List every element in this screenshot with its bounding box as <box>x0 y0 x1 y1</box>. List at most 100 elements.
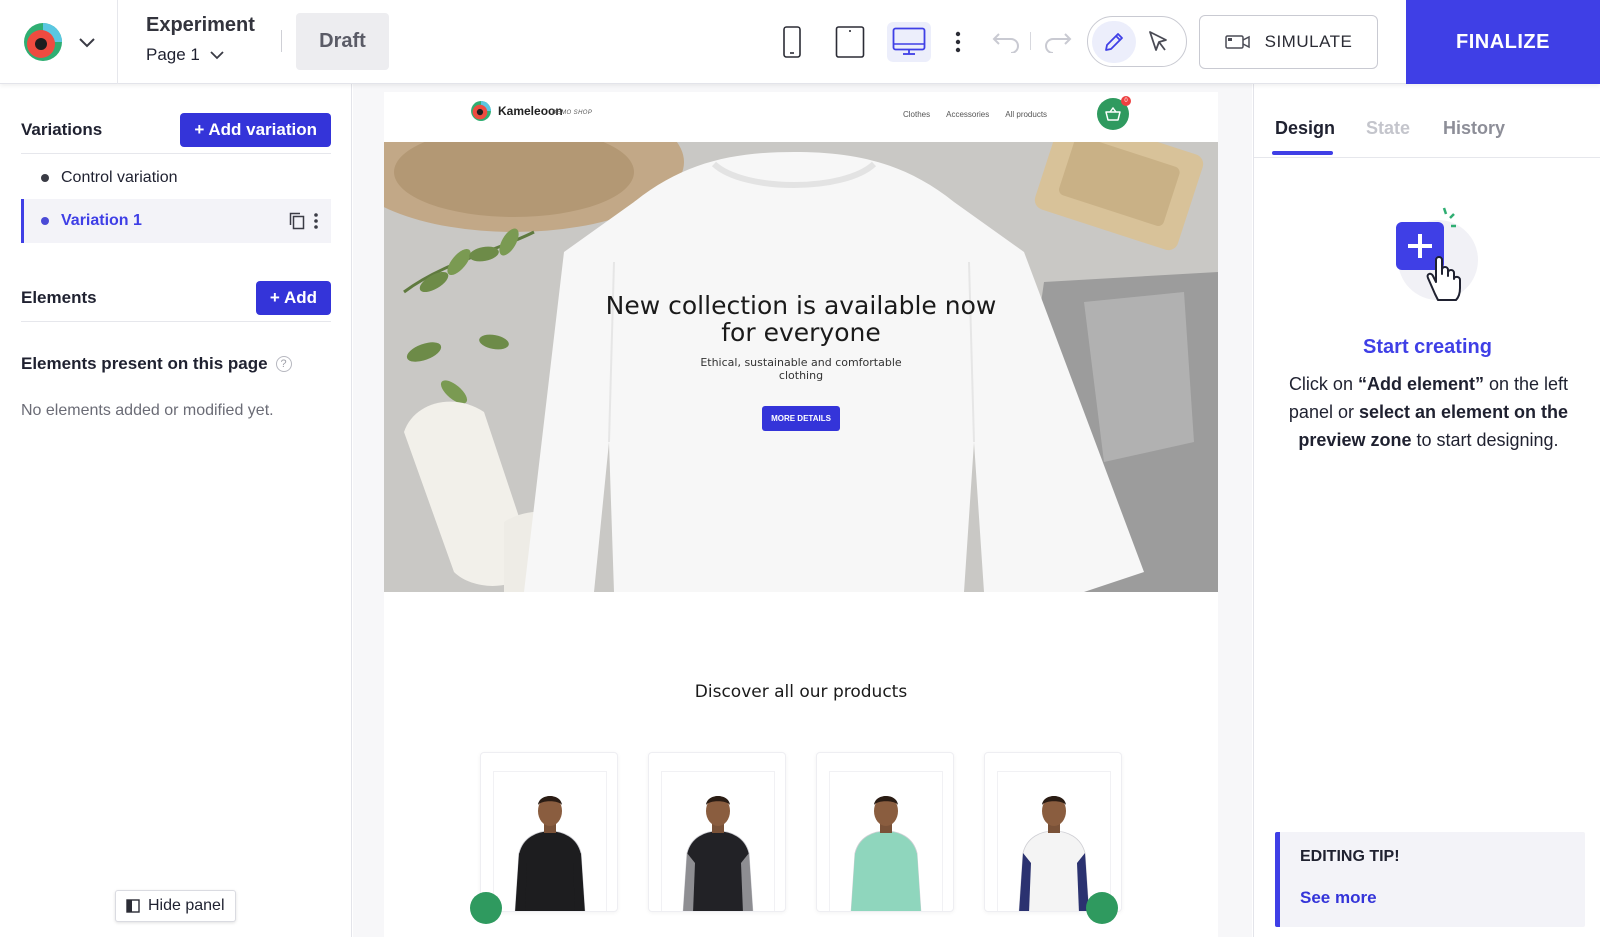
tab-design[interactable]: Design <box>1275 118 1335 139</box>
divider <box>1030 32 1031 50</box>
add-element-button[interactable]: + Add <box>255 280 331 315</box>
variation-item-1[interactable]: Variation 1 <box>21 199 331 243</box>
add-element-icon <box>1396 207 1478 301</box>
editing-tip: EDITING TIP! See more <box>1275 832 1585 927</box>
hide-panel-label: Hide panel <box>148 897 225 914</box>
top-bar: Experiment Page 1 Draft SIMULATE FINALIZ <box>0 0 1600 84</box>
hero-cta-button[interactable]: MORE DETAILS <box>762 406 840 431</box>
site-brand-subtitle: DEMO SHOP <box>552 110 593 116</box>
site-nav-link[interactable]: Accessories <box>946 110 989 119</box>
redo-icon <box>1045 33 1072 53</box>
variation-dot <box>41 217 49 225</box>
variations-header: Variations + Add variation <box>21 112 331 154</box>
product-image <box>850 796 922 911</box>
product-card[interactable] <box>648 752 786 912</box>
product-card[interactable] <box>984 752 1122 912</box>
tip-title: EDITING TIP! <box>1300 848 1400 865</box>
page-selector[interactable]: Page 1 <box>146 45 255 65</box>
basket-icon <box>1105 107 1121 121</box>
undo-icon <box>992 33 1019 53</box>
hide-panel-button[interactable]: Hide panel <box>115 890 236 922</box>
edit-mode-button[interactable] <box>1092 20 1136 63</box>
camera-icon <box>1224 35 1250 49</box>
site-nav-link[interactable]: Clothes <box>903 110 930 119</box>
redo-button[interactable] <box>1040 24 1076 60</box>
preview-zone[interactable]: Kameleoon DEMO SHOP Clothes Accessories … <box>353 84 1252 937</box>
kameleoon-logo-icon <box>471 101 491 121</box>
products-section-title[interactable]: Discover all our products <box>384 682 1218 702</box>
elements-header: Elements + Add <box>21 280 331 322</box>
elements-present-title: Elements present on this page <box>21 354 268 373</box>
product-image <box>514 796 586 911</box>
desc-text: to start designing. <box>1411 430 1559 450</box>
tablet-icon <box>835 26 865 58</box>
variation-item-control[interactable]: Control variation <box>21 156 331 200</box>
kameleoon-logo-icon <box>22 21 64 63</box>
simulate-button[interactable]: SIMULATE <box>1199 15 1378 69</box>
mobile-icon <box>783 26 801 58</box>
product-card[interactable] <box>480 752 618 912</box>
select-mode-button[interactable] <box>1136 21 1180 63</box>
add-variation-button[interactable]: + Add variation <box>180 112 331 147</box>
page-selector-label: Page 1 <box>146 45 200 64</box>
elements-title: Elements <box>21 287 97 307</box>
tablet-view-button[interactable] <box>828 22 872 62</box>
product-image <box>1018 796 1090 911</box>
elements-present-heading: Elements present on this page ? <box>21 354 292 374</box>
carousel-next-button[interactable] <box>1086 892 1118 924</box>
mobile-view-button[interactable] <box>770 22 814 62</box>
product-card[interactable] <box>816 752 954 912</box>
more-vertical-icon <box>955 31 961 53</box>
product-carousel <box>480 752 1122 912</box>
desktop-icon <box>892 27 926 55</box>
start-creating-description: Click on “Add element” on the left panel… <box>1276 370 1581 454</box>
simulate-label: SIMULATE <box>1264 32 1353 51</box>
desktop-view-button[interactable] <box>887 22 931 62</box>
see-more-link[interactable]: See more <box>1300 888 1377 908</box>
variation-dot <box>41 174 49 182</box>
chevron-down-icon[interactable] <box>78 36 96 48</box>
undo-button[interactable] <box>988 24 1024 60</box>
variation-label: Control variation <box>61 169 178 186</box>
panel-toggle-icon <box>126 899 140 913</box>
pencil-icon <box>1105 32 1123 51</box>
active-tab-indicator <box>1272 151 1333 155</box>
start-creating-illustration <box>1388 204 1478 309</box>
divider <box>281 30 282 52</box>
app-menu[interactable] <box>0 0 118 84</box>
empty-elements-note: No elements added or modified yet. <box>21 402 274 419</box>
right-panel: Design State History Start creating Clic… <box>1253 84 1600 937</box>
more-vertical-icon[interactable] <box>313 212 319 230</box>
desc-bold: “Add element” <box>1357 374 1484 394</box>
hero-title[interactable]: New collection is available now for ever… <box>591 292 1011 346</box>
product-image <box>682 796 754 911</box>
help-icon[interactable]: ? <box>275 356 292 372</box>
cursor-icon <box>1149 30 1167 51</box>
desc-text: Click on <box>1288 374 1358 394</box>
mode-toggle <box>1087 16 1187 67</box>
variation-actions <box>289 212 331 230</box>
site-brand[interactable]: Kameleoon <box>470 100 563 122</box>
variation-label: Variation 1 <box>61 212 142 229</box>
left-panel: Variations + Add variation Control varia… <box>0 84 352 937</box>
copy-icon[interactable] <box>289 212 305 230</box>
experiment-title: Experiment <box>146 14 255 36</box>
hero-banner[interactable]: New collection is available now for ever… <box>384 142 1218 592</box>
more-options-button[interactable] <box>946 24 970 60</box>
experiment-info: Experiment Page 1 <box>146 14 255 65</box>
hero-subtitle[interactable]: Ethical, sustainable and comfortable clo… <box>681 356 921 382</box>
start-creating-title: Start creating <box>1363 336 1492 358</box>
carousel-prev-button[interactable] <box>470 892 502 924</box>
chevron-down-icon <box>210 51 224 60</box>
cart-button[interactable]: 0 <box>1097 96 1131 130</box>
cart-count-badge: 0 <box>1121 96 1131 106</box>
tab-history[interactable]: History <box>1443 118 1505 139</box>
status-badge: Draft <box>296 13 389 70</box>
site-nav-links: Clothes Accessories All products <box>903 110 1047 119</box>
tab-state[interactable]: State <box>1366 118 1410 139</box>
finalize-button[interactable]: FINALIZE <box>1406 0 1600 84</box>
hero-content: New collection is available now for ever… <box>384 292 1218 431</box>
preview-page[interactable]: Kameleoon DEMO SHOP Clothes Accessories … <box>384 92 1218 937</box>
site-navbar[interactable]: Kameleoon DEMO SHOP Clothes Accessories … <box>384 92 1218 142</box>
site-nav-link[interactable]: All products <box>1005 110 1047 119</box>
